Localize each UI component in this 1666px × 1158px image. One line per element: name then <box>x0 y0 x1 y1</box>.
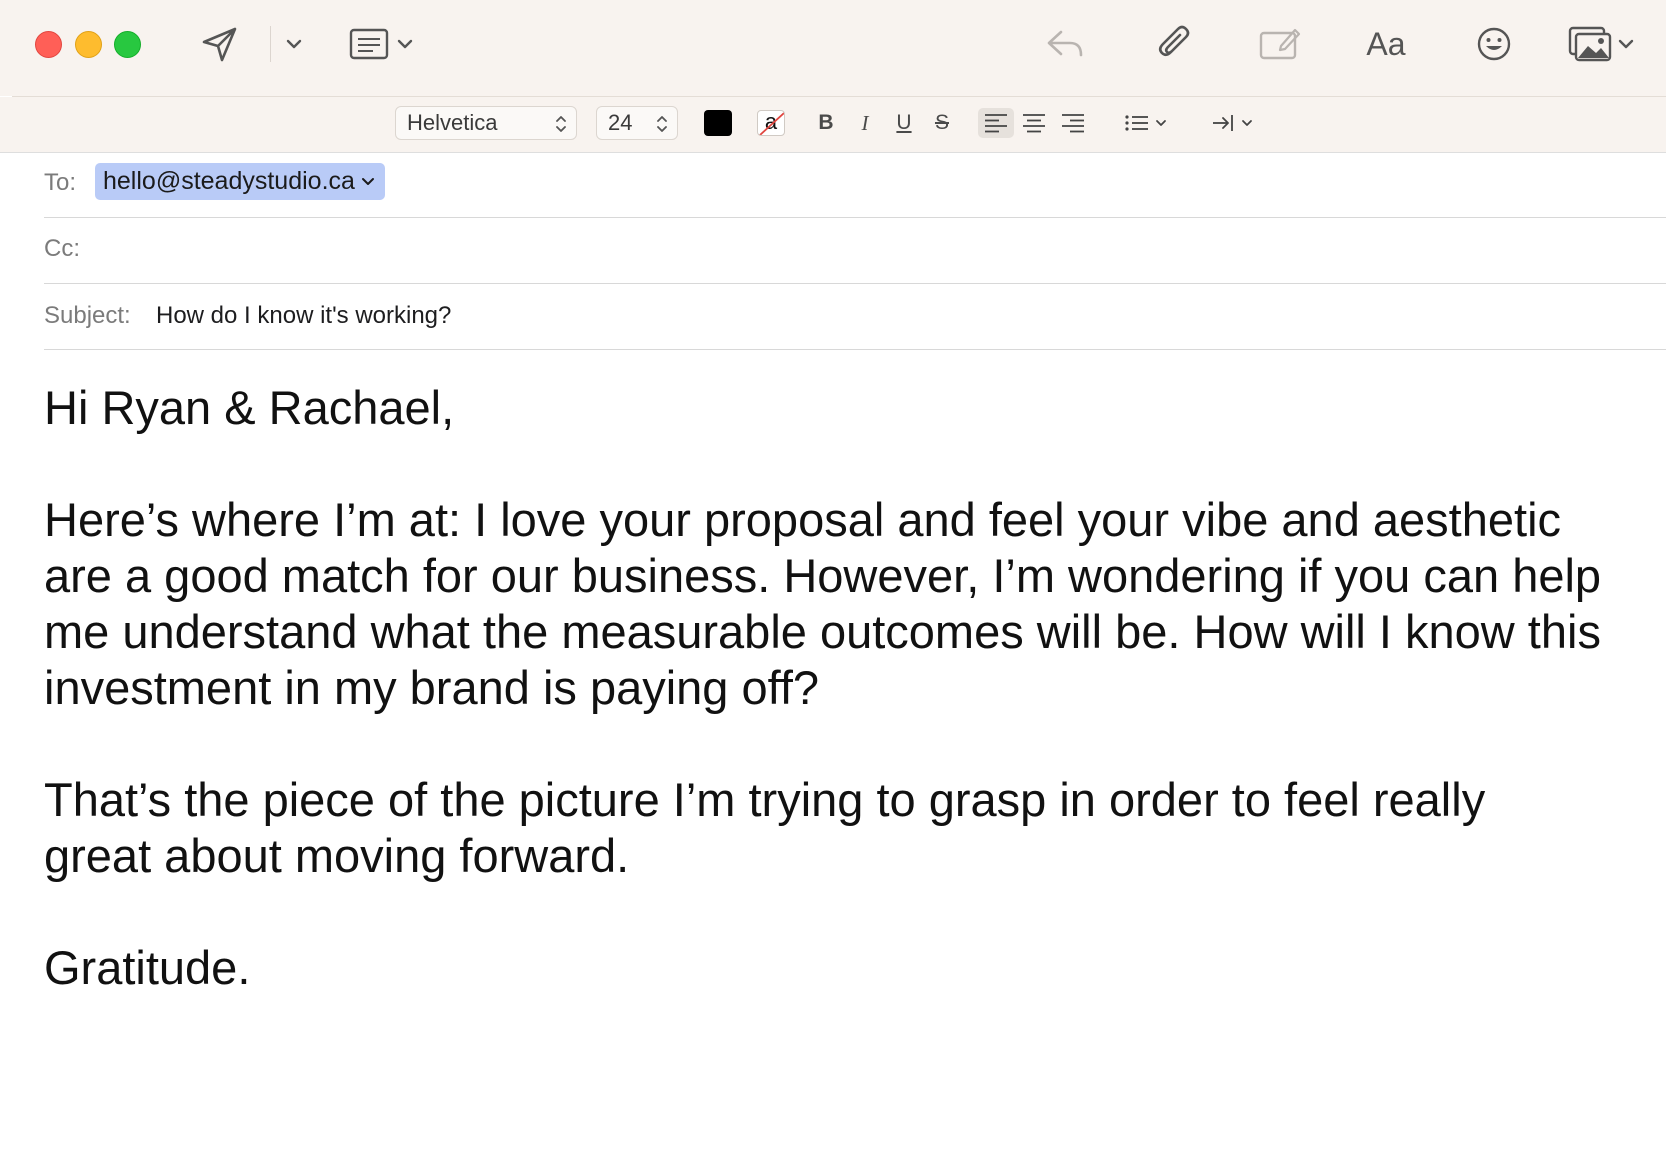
message-paragraph: That’s the piece of the picture I’m tryi… <box>44 773 1486 882</box>
header-fields-button[interactable] <box>349 24 419 64</box>
to-field-row: To: hello@steadystudio.ca <box>44 152 1666 218</box>
markup-button[interactable] <box>1259 24 1301 64</box>
align-right-icon <box>1062 114 1084 133</box>
subject-field-row: Subject: How do I know it's working? <box>44 284 1666 350</box>
highlight-color-swatch[interactable]: a <box>757 110 785 136</box>
format-icon: Aa <box>1366 25 1406 62</box>
underline-label: U <box>896 111 912 134</box>
bold-label: B <box>818 111 834 134</box>
list-style-button[interactable] <box>1124 108 1170 138</box>
photo-browser-icon <box>1568 26 1634 62</box>
send-button[interactable] <box>200 24 240 64</box>
photo-browser-button[interactable] <box>1568 24 1636 64</box>
header-fields-icon <box>349 28 413 60</box>
reply-icon <box>1047 30 1083 57</box>
italic-label: I <box>861 110 869 135</box>
up-down-arrows-icon <box>657 116 667 132</box>
markup-icon <box>1259 28 1301 60</box>
window-close-button[interactable] <box>35 31 62 58</box>
subject-input[interactable]: How do I know it's working? <box>156 302 451 330</box>
text-color-swatch[interactable] <box>704 110 732 136</box>
up-down-arrows-icon <box>556 116 566 132</box>
window-zoom-button[interactable] <box>114 31 141 58</box>
cc-field-row[interactable]: Cc: <box>44 218 1666 284</box>
window-minimize-button[interactable] <box>75 31 102 58</box>
align-left-button[interactable] <box>978 108 1014 138</box>
window-toolbar: Aa <box>0 0 1666 96</box>
underline-button[interactable]: U <box>892 108 916 138</box>
indent-button[interactable] <box>1211 108 1257 138</box>
subject-label: Subject: <box>44 302 131 329</box>
emoji-button[interactable] <box>1474 24 1514 64</box>
format-bar: Helvetica 24 a B I U S <box>0 97 1666 153</box>
message-greeting: Hi Ryan & Rachael, <box>44 381 455 434</box>
reply-button[interactable] <box>1045 24 1085 64</box>
align-right-button[interactable] <box>1058 108 1088 138</box>
no-color-slash-icon <box>759 112 784 135</box>
toolbar-separator <box>270 26 271 62</box>
strikethrough-button[interactable]: S <box>930 108 954 138</box>
italic-button[interactable]: I <box>853 108 877 138</box>
recipient-address: hello@steadystudio.ca <box>103 167 355 195</box>
font-family-select[interactable]: Helvetica <box>395 106 577 140</box>
message-signoff: Gratitude. <box>44 941 251 994</box>
font-size-select[interactable]: 24 <box>596 106 678 140</box>
message-paragraph: Here’s where I’m at: I love your proposa… <box>44 493 1602 714</box>
format-button[interactable]: Aa <box>1362 24 1410 64</box>
align-center-button[interactable] <box>1019 108 1049 138</box>
align-center-icon <box>1023 114 1045 133</box>
chevron-down-icon <box>286 39 302 49</box>
font-size-value: 24 <box>608 110 633 135</box>
to-label: To: <box>44 169 77 196</box>
emoji-icon <box>1477 27 1511 61</box>
message-body[interactable]: Hi Ryan & Rachael, Here’s where I’m at: … <box>44 380 1604 996</box>
send-icon <box>202 27 237 62</box>
indent-icon <box>1213 115 1252 131</box>
recipient-token[interactable]: hello@steadystudio.ca <box>95 163 385 200</box>
strikethrough-label: S <box>934 111 949 134</box>
font-family-value: Helvetica <box>407 110 498 135</box>
cc-label: Cc: <box>44 235 80 262</box>
paperclip-icon <box>1158 25 1190 57</box>
bullet-list-icon <box>1125 115 1166 131</box>
bold-button[interactable]: B <box>814 108 838 138</box>
send-options-button[interactable] <box>284 36 304 52</box>
attach-button[interactable] <box>1155 22 1195 66</box>
chevron-down-icon <box>361 177 374 185</box>
align-left-icon <box>985 114 1007 133</box>
